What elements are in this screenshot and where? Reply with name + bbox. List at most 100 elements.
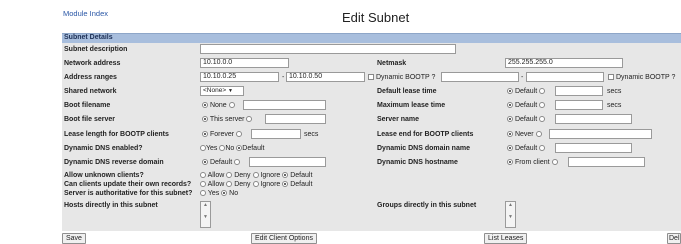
dynamic-dns-domain-options: Default [507,145,546,152]
lease-length-bootp-options: Forever [202,131,243,138]
ddns-domain-default-radio[interactable] [507,145,513,151]
scroll-down-icon[interactable]: ▼ [203,214,208,220]
server-authoritative-options: Yes No [200,190,238,197]
lease-length-forever-radio[interactable] [202,131,208,137]
boot-file-server-custom-radio[interactable] [246,116,253,122]
boot-file-server-this-radio[interactable] [202,116,208,122]
section-header: Subnet Details [62,33,681,43]
scroll-up-icon[interactable]: ▲ [508,202,513,208]
max-lease-time-default-radio[interactable] [507,102,513,108]
ddns-domain-custom-radio[interactable] [539,145,546,151]
lease-end-never-radio[interactable] [507,131,513,137]
subnet-description-input[interactable] [200,44,456,54]
list-leases-button[interactable]: List Leases [484,233,528,244]
allow-unknown-deny-radio[interactable] [226,172,233,178]
clients-update-deny-text: Deny [234,181,251,188]
default-lease-time-input[interactable] [555,86,603,96]
server-authoritative-yes-radio[interactable] [200,190,206,196]
lease-length-custom-radio[interactable] [236,131,243,137]
boot-file-server-label: Boot file server [64,116,115,123]
ddns-reverse-default-text: Default [209,159,233,166]
ddns-hostname-client-text: From client [514,159,550,166]
edit-client-options-button[interactable]: Edit Client Options [251,233,317,244]
range-start2-input[interactable] [441,72,519,82]
dynamic-bootp-label: Dynamic BOOTP ? [376,74,436,81]
boot-file-server-input[interactable] [265,114,326,124]
server-name-custom-radio[interactable] [539,116,546,122]
lease-length-forever-text: Forever [209,131,235,138]
clients-update-default-radio[interactable] [282,181,289,187]
range-start-input[interactable]: 10.10.0.25 [200,72,279,82]
hosts-in-subnet-list[interactable]: ▲ ▼ [200,201,211,228]
dynamic-dns-domain-label: Dynamic DNS domain name [377,145,470,152]
module-index-link[interactable]: Module Index [63,9,108,18]
ddns-reverse-custom-radio[interactable] [234,159,241,165]
clients-update-allow-text: Allow [207,181,225,188]
dynamic-dns-hostname-input[interactable] [568,157,645,167]
dynamic-bootp2-label: Dynamic BOOTP ? [616,74,676,81]
boot-filename-options: None [202,102,235,109]
clients-update-ignore-radio[interactable] [252,181,259,187]
scroll-down-icon[interactable]: ▼ [508,214,513,220]
groups-list-scrollbar[interactable]: ▲ ▼ [506,202,515,227]
shared-network-select[interactable]: <None> ▼ [200,86,244,96]
server-name-input[interactable] [555,114,632,124]
range-dash2: - [521,74,524,81]
default-lease-time-default-radio[interactable] [507,88,513,94]
lease-length-bootp-label: Lease length for BOOTP clients [64,131,169,138]
dynamic-dns-reverse-input[interactable] [249,157,326,167]
dynamic-dns-domain-input[interactable] [555,143,632,153]
delete-button[interactable]: Del [667,233,681,244]
default-lease-time-unit: secs [607,88,622,95]
page-title: Edit Subnet [342,10,410,25]
boot-filename-none-radio[interactable] [202,102,208,108]
server-authoritative-label: Server is authoritative for this subnet? [64,190,193,197]
max-lease-time-custom-radio[interactable] [539,102,546,108]
default-lease-time-default-text: Default [514,88,538,95]
ddns-hostname-custom-radio[interactable] [551,159,558,165]
dynamic-bootp2-checkbox[interactable] [608,74,614,80]
clients-update-deny-radio[interactable] [226,181,233,187]
lease-end-custom-radio[interactable] [535,131,542,137]
dynamic-dns-hostname-options: From client [507,159,558,166]
chevron-down-icon: ▼ [227,88,233,94]
clients-update-allow-radio[interactable] [200,181,206,187]
ddns-enabled-yes-radio[interactable] [200,145,206,151]
server-name-label: Server name [377,116,420,123]
max-lease-time-default-text: Default [514,102,538,109]
server-authoritative-no-radio[interactable] [221,190,228,196]
clients-update-default-text: Default [290,181,313,188]
lease-length-bootp-input[interactable] [251,129,301,139]
network-address-label: Network address [64,60,121,67]
allow-unknown-allow-radio[interactable] [200,172,206,178]
boot-filename-custom-radio[interactable] [228,102,235,108]
range-end-input[interactable]: 10.10.0.50 [286,72,365,82]
ddns-enabled-yes-text: Yes [206,145,218,152]
save-button[interactable]: Save [62,233,86,244]
server-authoritative-yes-text: Yes [207,190,220,197]
ddns-enabled-default-text: Default [242,145,265,152]
dynamic-bootp-checkbox[interactable] [368,74,374,80]
netmask-input[interactable]: 255.255.255.0 [505,58,623,68]
ddns-enabled-no-text: No [225,145,235,152]
boot-file-server-this-text: This server [209,116,245,123]
default-lease-time-custom-radio[interactable] [539,88,546,94]
boot-filename-input[interactable] [243,100,326,110]
server-authoritative-no-text: No [229,190,239,197]
hosts-list-scrollbar[interactable]: ▲ ▼ [201,202,210,227]
ddns-reverse-default-radio[interactable] [202,159,208,165]
ddns-hostname-client-radio[interactable] [507,159,513,165]
range-end2-input[interactable] [526,72,604,82]
scroll-up-icon[interactable]: ▲ [203,202,208,208]
ddns-domain-default-text: Default [514,145,538,152]
allow-unknown-default-radio[interactable] [282,172,289,178]
server-name-default-radio[interactable] [507,116,513,122]
server-name-options: Default [507,116,546,123]
allow-unknown-ignore-radio[interactable] [252,172,259,178]
network-address-input[interactable]: 10.10.0.0 [200,58,289,68]
groups-in-subnet-list[interactable]: ▲ ▼ [505,201,516,228]
lease-end-bootp-input[interactable] [549,129,652,139]
default-lease-time-label: Default lease time [377,88,437,95]
dynamic-dns-enabled-options: Yes No Default [200,145,264,152]
max-lease-time-input[interactable] [555,100,603,110]
